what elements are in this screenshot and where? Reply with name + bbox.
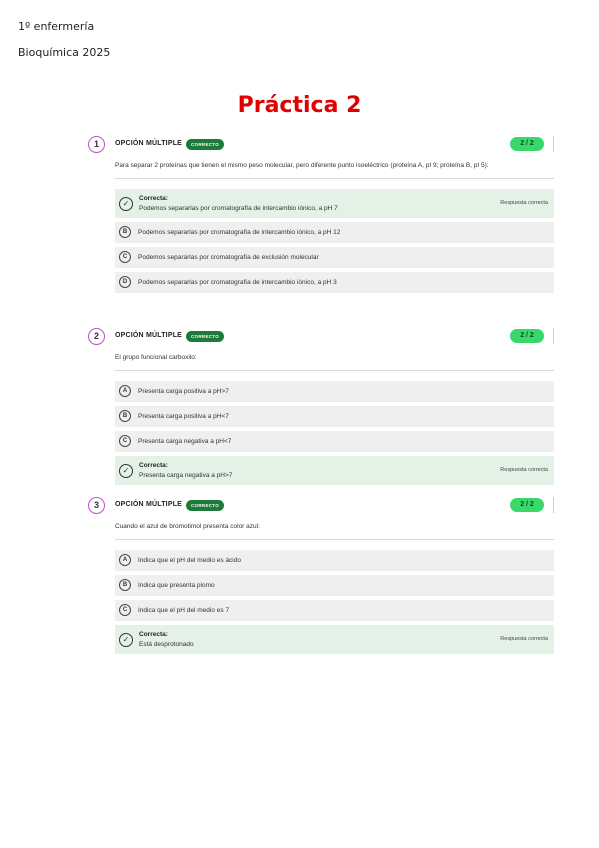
option-text: Podemos separarlas por cromatografía de … [139,205,338,212]
option-text: Podemos separarlas por cromatografía de … [138,279,337,286]
option-letter: B [119,226,131,238]
question-block: 1 OPCIÓN MÚLTIPLE CORRECTO 2 / 2 Para separa… [88,136,554,297]
option-text: Presenta carga positiva a pH>7 [138,388,229,395]
option-item[interactable]: B Indica que presenta plomo [115,575,554,596]
option-correct[interactable]: ✓ Correcta: Podemos separarlas por cromato… [115,189,554,218]
option-text: Indica que el pH del medio es ácido [138,557,241,564]
score-divider [553,497,554,513]
option-text: Presenta carga negativa a pH>7 [139,472,233,479]
score-pill: 2 / 2 [510,498,544,512]
option-letter: A [119,385,131,397]
option-correct[interactable]: ✓ Correcta: Presenta carga negativa a pH>7… [115,456,554,485]
subject-label: Bioquímica 2025 [18,46,111,59]
option-text: Indica que el pH del medio es 7 [138,607,230,614]
option-item[interactable]: A Presenta carga positiva a pH>7 [115,381,554,402]
option-item[interactable]: D Podemos separarlas por cromatografía de… [115,272,554,293]
options-list: A Indica que el pH del medio es ácido B Ind… [115,550,554,654]
question-header: 1 OPCIÓN MÚLTIPLE CORRECTO 2 / 2 [88,136,554,156]
option-item[interactable]: B Presenta carga positiva a pH<7 [115,406,554,427]
check-circle-icon: ✓ [119,633,133,647]
option-text: Podemos separarlas por cromatografía de … [138,229,341,236]
option-letter: C [119,604,131,616]
option-text: Podemos separarlas por cromatografía de … [138,254,319,261]
option-letter: A [119,554,131,566]
divider [115,539,554,540]
option-letter: B [119,410,131,422]
option-text: Presenta carga positiva a pH<7 [138,413,229,420]
question-block: 2 OPCIÓN MÚLTIPLE CORRECTO 2 / 2 El grupo fu… [88,328,554,489]
score-pill: 2 / 2 [510,137,544,151]
question-text: El grupo funcional carboxilo: [115,354,197,361]
question-block: 3 OPCIÓN MÚLTIPLE CORRECTO 2 / 2 Cuando el a… [88,497,554,658]
question-type: OPCIÓN MÚLTIPLE [115,140,183,147]
question-type: OPCIÓN MÚLTIPLE [115,501,183,508]
option-item[interactable]: C Indica que el pH del medio es 7 [115,600,554,621]
correct-label: Correcta: [139,462,168,469]
correct-answer-note: Respuesta correcta [500,200,548,206]
option-item[interactable]: B Podemos separarlas por cromatografía de… [115,222,554,243]
status-badge: CORRECTO [186,500,225,511]
divider [115,370,554,371]
option-item[interactable]: C Presenta carga negativa a pH<7 [115,431,554,452]
score-divider [553,136,554,152]
check-circle-icon: ✓ [119,197,133,211]
option-text: Indica que presenta plomo [138,582,215,589]
option-text: Presenta carga negativa a pH<7 [138,438,232,445]
check-circle-icon: ✓ [119,464,133,478]
score-pill: 2 / 2 [510,329,544,343]
option-item[interactable]: C Podemos separarlas por cromatografía de… [115,247,554,268]
course-label: 1º enfermería [18,20,95,33]
question-type: OPCIÓN MÚLTIPLE [115,332,183,339]
option-letter: D [119,276,131,288]
question-header: 3 OPCIÓN MÚLTIPLE CORRECTO 2 / 2 [88,497,554,517]
option-letter: C [119,251,131,263]
question-text: Cuando el azul de bromotimol presenta co… [115,523,260,530]
option-letter: B [119,579,131,591]
question-number: 1 [88,136,105,153]
correct-label: Correcta: [139,195,168,202]
options-list: ✓ Correcta: Podemos separarlas por cromato… [115,189,554,293]
page-title: Práctica 2 [237,93,362,118]
option-text: Está desprotonado [139,641,194,648]
question-text: Para separar 2 proteínas que tienen el m… [115,162,489,169]
status-badge: CORRECTO [186,139,225,150]
question-number: 3 [88,497,105,514]
option-letter: C [119,435,131,447]
score-divider [553,328,554,344]
correct-label: Correcta: [139,631,168,638]
question-number: 2 [88,328,105,345]
status-badge: CORRECTO [186,331,225,342]
options-list: A Presenta carga positiva a pH>7 B Presenta… [115,381,554,485]
correct-answer-note: Respuesta correcta [500,467,548,473]
divider [115,178,554,179]
option-item[interactable]: A Indica que el pH del medio es ácido [115,550,554,571]
question-header: 2 OPCIÓN MÚLTIPLE CORRECTO 2 / 2 [88,328,554,348]
correct-answer-note: Respuesta correcta [500,636,548,642]
option-correct[interactable]: ✓ Correcta: Está desprotonado Respuesta cor… [115,625,554,654]
